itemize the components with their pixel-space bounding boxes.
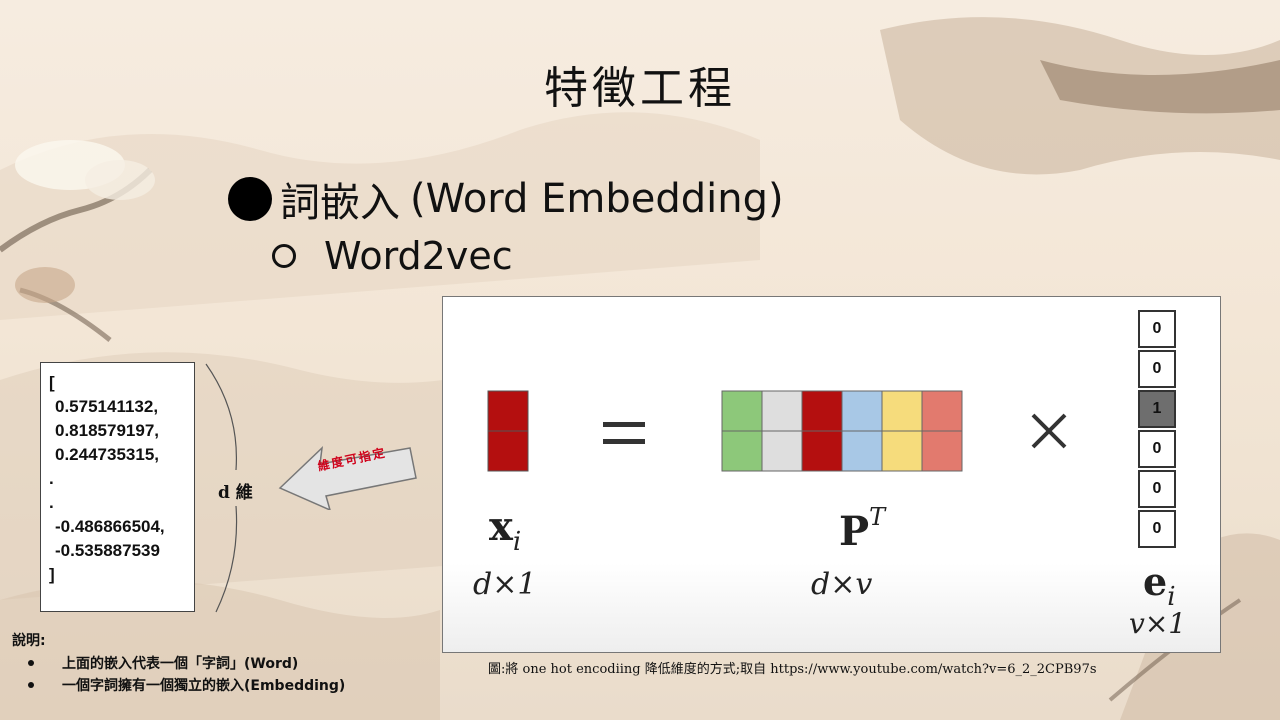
e-label: ei [1143,559,1176,612]
dimension-label: d 維 [218,483,253,503]
explain-item: 一個字詞擁有一個獨立的嵌入(Embedding) [28,674,345,696]
bullet-dot-icon [28,660,34,666]
x-vector-cell [487,430,529,472]
p-matrix-cell [921,390,963,432]
onehot-cell: 0 [1138,470,1176,508]
filled-bullet-icon [228,177,272,221]
p-matrix-cell [761,430,803,472]
vector-value: 0.575141132, [55,397,159,416]
explain-list: 上面的嵌入代表一個「字詞」(Word) 一個字詞擁有一個獨立的嵌入(Embedd… [28,652,345,696]
slide: { "slide": { "title": "特徵工程", "bullet_l1… [0,0,1280,720]
x-vector-cell [487,390,529,432]
p-matrix-cell [921,430,963,472]
vector-value: -0.486866504, [55,517,165,536]
equals-bar-bottom [603,439,645,444]
bullet-word-embedding: 詞嵌入 (Word Embedding) [228,170,784,228]
bullet-word2vec-label: Word2vec [324,234,513,278]
vector-ellipsis: . [49,469,54,488]
onehot-cell: 0 [1138,510,1176,548]
onehot-cell: 0 [1138,310,1176,348]
p-matrix-cell [881,430,923,472]
vector-close-bracket: ] [49,565,55,584]
bullet-dot-icon [28,682,34,688]
bullet-word-embedding-en: (Word Embedding) [410,176,784,222]
x-vector [487,390,529,472]
explain-title: 說明: [12,633,46,649]
vector-open-bracket: [ [49,373,55,392]
p-matrix-cell [721,390,763,432]
p-matrix-cell [841,430,883,472]
vector-value: 0.244735315, [55,445,159,464]
p-matrix-cell [801,430,843,472]
bullet-word-embedding-cjk: 詞嵌入 [280,180,400,226]
bullet-word2vec: Word2vec [272,234,513,278]
p-matrix-cell [761,390,803,432]
embedding-vector-box: [ 0.575141132, 0.818579197, 0.244735315,… [40,362,195,612]
slide-title: 特徵工程 [544,63,736,114]
p-dimension: d×v [811,567,873,602]
x-label: xi [489,503,522,557]
p-matrix-cell [801,390,843,432]
onehot-cell: 1 [1138,390,1176,428]
p-matrix-cell [841,390,883,432]
onehot-figure: xi d×1 PT d×v 001000 ei v×1 [442,296,1221,653]
vector-value: -0.535887539 [55,541,160,560]
p-matrix [721,390,963,472]
e-dimension: v×1 [1129,607,1187,640]
figure-caption: 圖:將 one hot encodiing 降低維度的方式;取自 https:/… [488,662,1097,677]
explain-item: 上面的嵌入代表一個「字詞」(Word) [28,652,345,674]
hollow-bullet-icon [272,244,296,268]
x-dimension: d×1 [473,567,537,602]
vector-ellipsis: . [49,493,54,512]
vector-value: 0.818579197, [55,421,159,440]
onehot-cell: 0 [1138,350,1176,388]
equals-bar-top [603,422,645,427]
p-label: PT [839,503,886,555]
explain-item-text: 一個字詞擁有一個獨立的嵌入(Embedding) [62,678,346,694]
p-matrix-cell [881,390,923,432]
explain-item-text: 上面的嵌入代表一個「字詞」(Word) [62,656,299,672]
onehot-cell: 0 [1138,430,1176,468]
p-matrix-cell [721,430,763,472]
